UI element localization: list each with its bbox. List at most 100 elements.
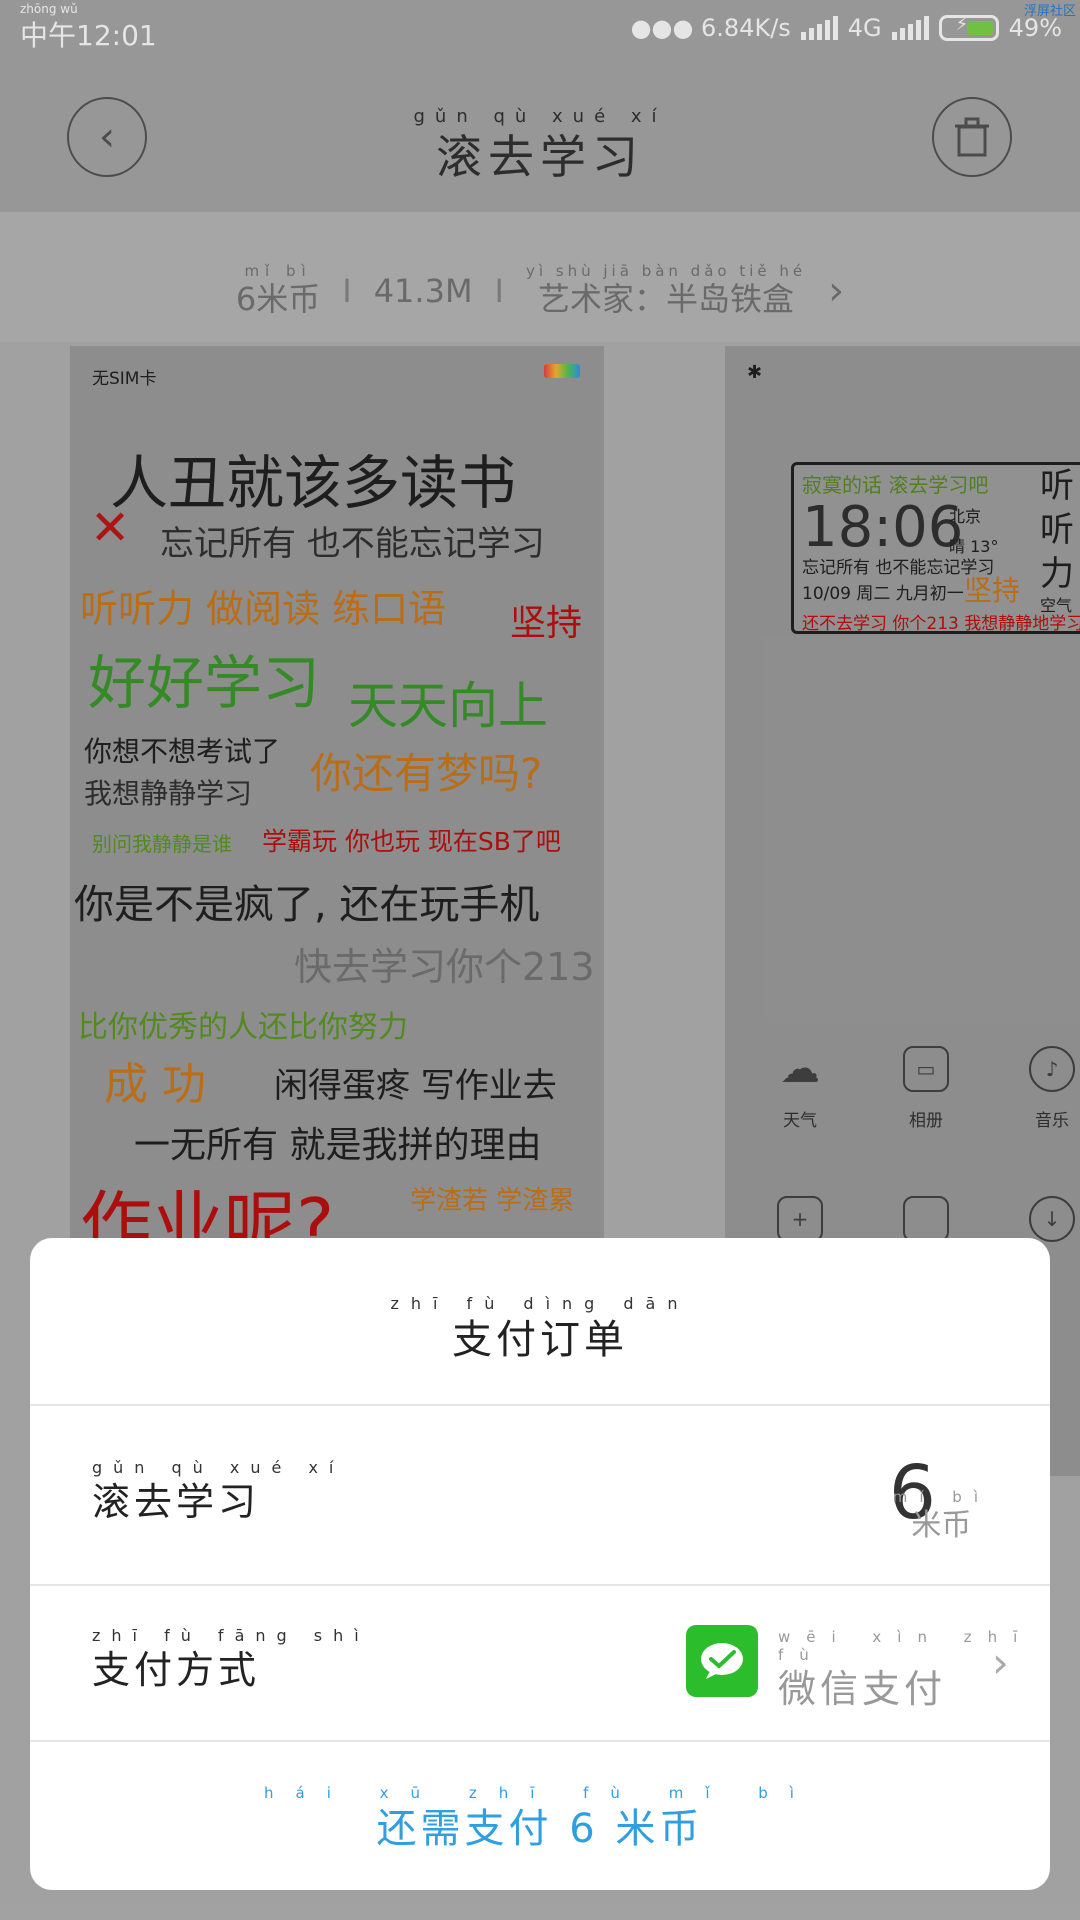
app-label: 音乐 [1035, 1111, 1069, 1131]
divider [30, 1404, 1050, 1406]
poster-line: 听听力 做阅读 练口语 [80, 587, 447, 631]
poster-line: 闲得蛋疼 写作业去 [274, 1066, 557, 1106]
poster-line: 成 功 [104, 1059, 206, 1110]
side-text-char: 空气 [1040, 596, 1073, 615]
preview-image-lockscreen[interactable]: 无SIM卡 人丑就该多读书 ✕ 忘记所有 也不能忘记学习 听听力 做阅读 练口语… [70, 346, 604, 1246]
poster-line: 一无所有 就是我拼的理由 [134, 1125, 542, 1166]
poster-line: 天天向上 [348, 677, 548, 735]
price-unit: mǐ bì 米币 [893, 1488, 990, 1544]
battery-icon [938, 14, 999, 41]
pay-button-pinyin: hái xū zhī fù mǐ bì [264, 1784, 816, 1802]
trash-icon [955, 117, 989, 157]
poster-line: 我想静静学习 [84, 777, 253, 810]
wechat-bubble-icon [701, 1643, 743, 1679]
price-info: mǐ bì 6米币 [236, 262, 320, 320]
item-name-pinyin: gǔn qù xué xí [92, 1458, 345, 1477]
app-gallery: ▭ 相册 [881, 1046, 971, 1131]
status-time-pinyin: zhōng wǔ [20, 2, 78, 16]
status-time: zhōng wǔ 中午12:01 [20, 2, 157, 54]
wechat-pay-icon[interactable] [686, 1625, 758, 1697]
payment-method-pinyin: zhī fù fāng shì [92, 1626, 370, 1645]
signal-icon-2 [891, 16, 929, 40]
download-icon: ↓ [1029, 1196, 1075, 1242]
app-music: ♪ 音乐 [1007, 1046, 1080, 1131]
payment-sheet: zhī fù dìng dān 支付订单 gǔn qù xué xí 滚去学习 … [30, 1238, 1050, 1890]
poster-line: 人丑就该多读书 [110, 449, 517, 517]
sheet-title: zhī fù dìng dān 支付订单 [30, 1294, 1050, 1365]
widget-line: 寂寞的话 滚去学习吧 [802, 473, 989, 497]
payment-method-value-pinyin: wēi xìn zhī fù [778, 1628, 1034, 1664]
cloud-icon: ☁ [780, 1046, 820, 1092]
app-weather: ☁ 天气 [755, 1046, 845, 1131]
widget-date: 10/09 周二 九月初一 [802, 584, 964, 604]
side-text-char: 听 [1040, 466, 1074, 506]
page-title-text: 滚去学习 [436, 130, 644, 184]
app-label: 天气 [783, 1111, 817, 1131]
side-text-char: 力 [1040, 554, 1074, 594]
header: ‹ gǔn qù xué xí 滚去学习 [0, 62, 1080, 212]
clock-widget: 寂寞的话 滚去学习吧 18:06 北京 晴 13° 忘记所有 也不能忘记学习 1… [791, 462, 1080, 634]
poster-line: 坚持 [510, 603, 583, 644]
pay-button[interactable]: hái xū zhī fù mǐ bì 还需支付 6 米币 [30, 1784, 1050, 1854]
preview-status-text: 无SIM卡 [92, 369, 157, 389]
poster-line: 比你优秀的人还比你努力 [78, 1010, 408, 1045]
payment-method-value: 微信支付 [778, 1667, 947, 1711]
poster-line: 好好学习 [88, 649, 321, 717]
separator: I [342, 272, 352, 310]
size-text: 41.3M [373, 272, 473, 310]
network-type: 4G [847, 14, 882, 42]
shield-icon: + [777, 1196, 823, 1242]
bluetooth-icon: ✱ [747, 362, 763, 383]
poster-line: 你还有梦吗? [310, 749, 543, 798]
pay-button-label: 还需支付 6 米币 [376, 1806, 704, 1852]
gallery-icon: ▭ [903, 1046, 949, 1092]
divider [30, 1740, 1050, 1742]
widget-keep: 坚持 [964, 574, 1021, 607]
notes-icon [903, 1196, 949, 1242]
preview-battery-icon [544, 364, 580, 378]
widget-time: 18:06 [802, 495, 964, 560]
chevron-right-icon[interactable]: › [992, 1638, 1009, 1687]
poster-line: 快去学习你个213 [294, 945, 595, 989]
corner-tag: 浮屏社区 [1023, 4, 1076, 19]
theme-info-line: mǐ bì 6米币 I 41.3M I yì shù jiā bàn dǎo t… [0, 262, 1080, 320]
payment-method-text: 支付方式 [92, 1648, 261, 1692]
status-right: ●●● 6.84K/s 4G 49% [631, 14, 1062, 42]
widget-line: 还不去学习 你个213 我想静静地学习 [802, 614, 1080, 634]
delete-button[interactable] [932, 97, 1012, 177]
poster-line: 别问我静静是谁 [92, 832, 232, 856]
poster-line: 学渣若 学渣累 [410, 1186, 575, 1216]
poster-line: 忘记所有 也不能忘记学习 [160, 524, 545, 564]
artist-info: yì shù jiā bàn dǎo tiě hé 艺术家：半岛铁盒 [526, 262, 806, 320]
side-text-char: 听 [1040, 510, 1074, 550]
poster-line: ✕ [90, 500, 131, 556]
artist-text: 艺术家：半岛铁盒 [538, 280, 795, 318]
page-title: gǔn qù xué xí 滚去学习 [0, 106, 1080, 187]
poster-line: 你是不是疯了, 还在玩手机 [74, 882, 540, 928]
page-title-pinyin: gǔn qù xué xí [413, 106, 667, 127]
price-text: 6米币 [235, 280, 321, 318]
status-bar: zhōng wǔ 中午12:01 ●●● 6.84K/s 4G 49% 浮屏社区 [0, 0, 1080, 62]
payment-method-label: zhī fù fāng shì 支付方式 [92, 1626, 370, 1694]
widget-city: 北京 [949, 507, 982, 526]
chevron-right-icon: › [828, 268, 845, 314]
separator: I [494, 272, 504, 310]
price-pinyin: mǐ bì [244, 262, 312, 280]
item-name-text: 滚去学习 [92, 1480, 261, 1524]
side-text: 听 听 力 空气 [1040, 464, 1074, 616]
item-name: gǔn qù xué xí 滚去学习 [92, 1458, 344, 1526]
theme-info-bar[interactable]: mǐ bì 6米币 I 41.3M I yì shù jiā bàn dǎo t… [0, 212, 1080, 342]
poster-line: 作业呢? [80, 1183, 335, 1246]
price-unit-pinyin: mǐ bì [892, 1488, 990, 1506]
divider [30, 1584, 1050, 1586]
sheet-title-pinyin: zhī fù dìng dān [390, 1294, 690, 1313]
poster-line: 学霸玩 你也玩 现在SB了吧 [262, 827, 561, 856]
payment-method-select[interactable]: wēi xìn zhī fù 微信支付 [778, 1628, 1050, 1713]
artist-pinyin: yì shù jiā bàn dǎo tiě hé [525, 262, 807, 280]
app-label: 相册 [909, 1111, 943, 1131]
price-unit-text: 米币 [911, 1508, 972, 1543]
signal-icon [800, 16, 838, 40]
sheet-title-text: 支付订单 [452, 1317, 628, 1363]
poster-line: 你想不想考试了 [84, 735, 281, 768]
network-speed: ●●● 6.84K/s [630, 14, 791, 42]
